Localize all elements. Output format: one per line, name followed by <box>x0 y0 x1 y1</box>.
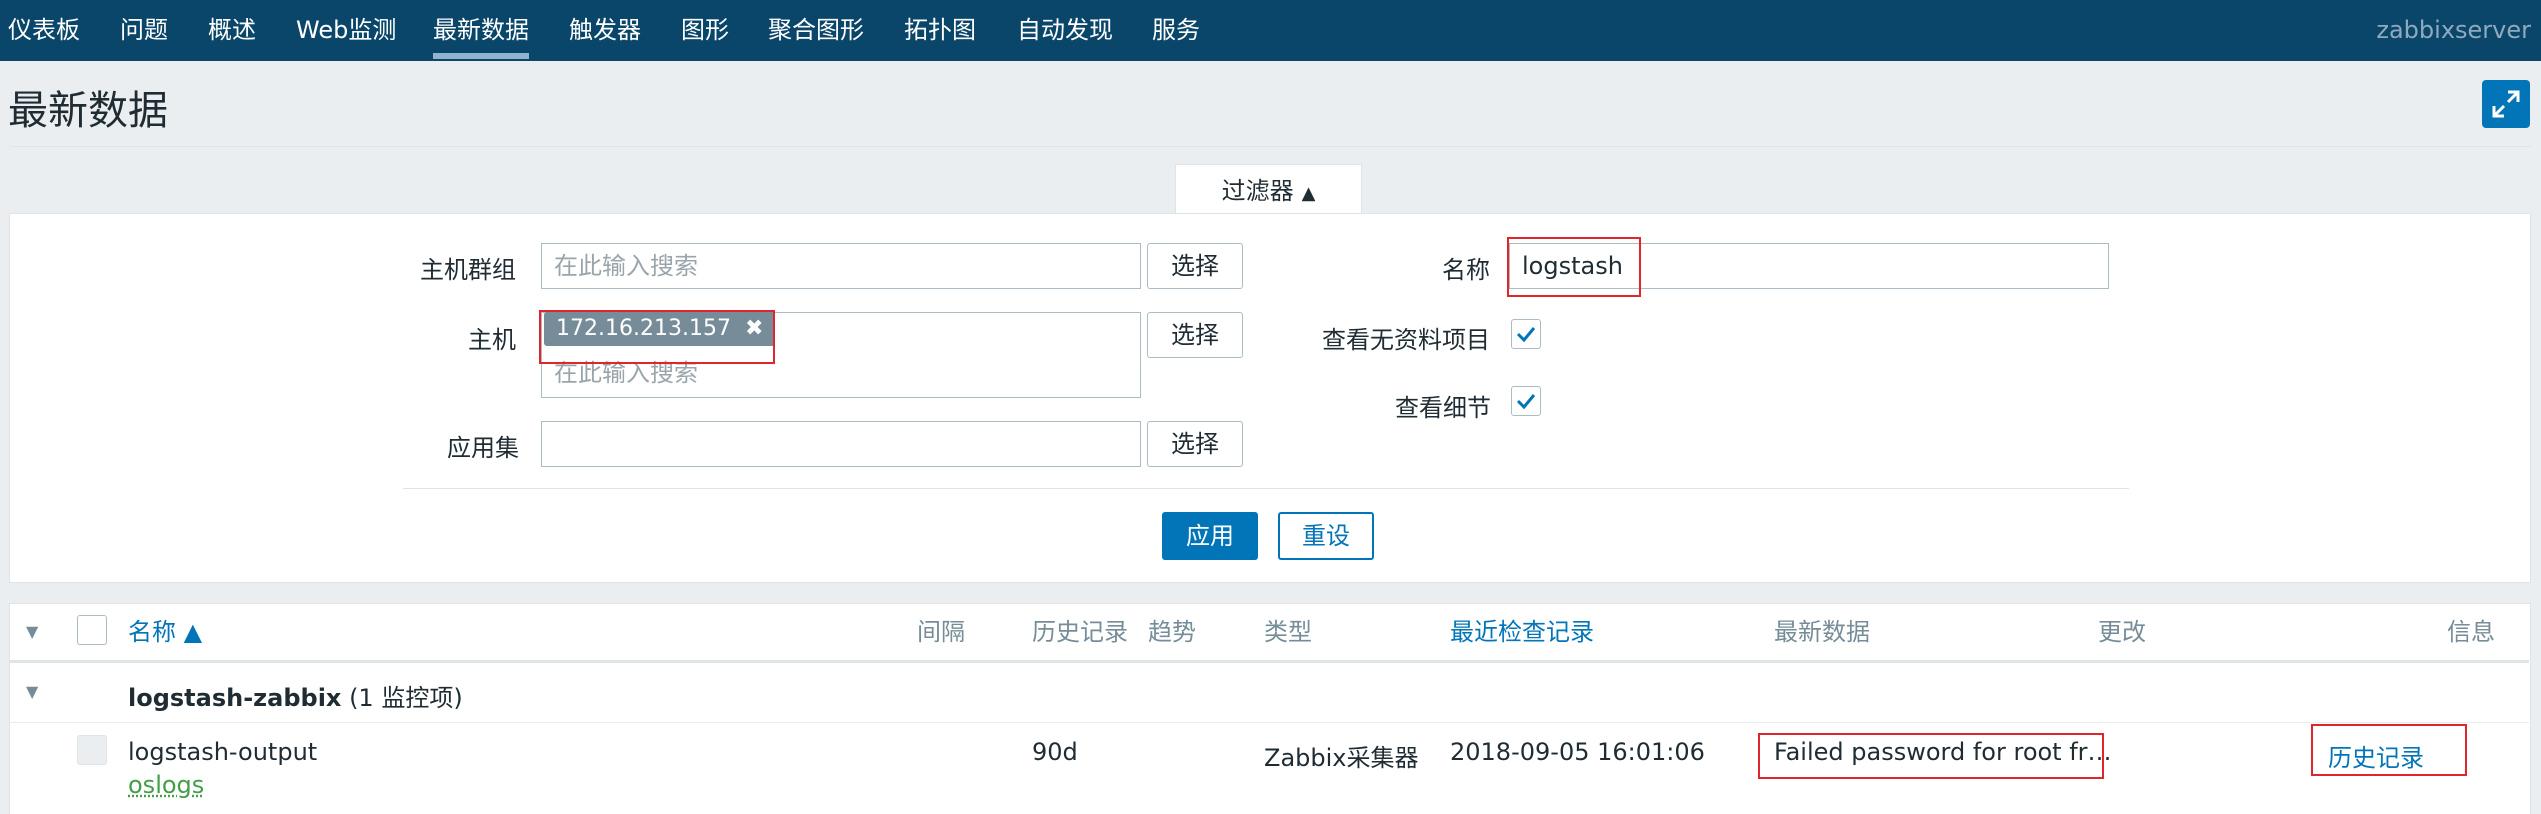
col-interval-header: 间隔 <box>917 618 965 646</box>
show-details-label: 查看细节 <box>1395 394 1491 422</box>
filter-separator <box>403 488 2129 489</box>
nav-dashboard[interactable]: 仪表板 <box>8 0 80 61</box>
nav-active-indicator <box>433 53 529 59</box>
page-title: 最新数据 <box>8 88 168 134</box>
row-divider <box>10 722 2529 723</box>
host-select-button[interactable]: 选择 <box>1147 312 1243 358</box>
host-label: 主机 <box>468 326 516 354</box>
nav-problems[interactable]: 问题 <box>120 0 168 61</box>
item-history: 90d <box>1032 738 1078 766</box>
nav-discovery[interactable]: 自动发现 <box>1017 0 1113 61</box>
name-label: 名称 <box>1442 256 1490 284</box>
server-name: zabbixserver <box>2376 16 2531 44</box>
show-no-data-checkbox[interactable] <box>1511 319 1541 349</box>
apply-button[interactable]: 应用 <box>1162 512 1258 560</box>
item-type: Zabbix采集器 <box>1264 744 1419 772</box>
col-trends-header: 趋势 <box>1148 618 1196 646</box>
history-link-highlight <box>2311 724 2467 776</box>
checkmark-icon <box>1516 394 1536 410</box>
hostgroup-select-button[interactable]: 选择 <box>1147 243 1243 289</box>
hostgroup-input[interactable]: 在此输入搜索 <box>541 243 1141 289</box>
group-name: logstash-zabbix <box>128 684 342 712</box>
nav-web[interactable]: Web监测 <box>296 0 396 61</box>
collapse-up-icon: ▲ <box>1301 183 1316 204</box>
header-divider-line <box>10 660 2529 663</box>
last-value-highlight <box>1758 733 2104 779</box>
top-navigation: 仪表板 问题 概述 Web监测 最新数据 触发器 图形 聚合图形 拓扑图 自动发… <box>0 0 2541 61</box>
filter-panel <box>9 213 2531 583</box>
item-application[interactable]: oslogs <box>128 771 204 799</box>
col-type-header: 类型 <box>1264 618 1312 646</box>
host-chip-highlight <box>539 310 775 364</box>
application-label: 应用集 <box>447 434 519 462</box>
item-name: logstash-output <box>128 738 318 766</box>
nav-latest-data[interactable]: 最新数据 <box>433 0 529 61</box>
nav-graphs[interactable]: 图形 <box>681 0 729 61</box>
show-no-data-label: 查看无资料项目 <box>1322 326 1490 354</box>
fullscreen-icon <box>2492 90 2520 118</box>
application-select-button[interactable]: 选择 <box>1147 421 1243 467</box>
group-collapse-icon[interactable]: ▼ <box>26 682 38 701</box>
group-row: logstash-zabbix (1 监控项) <box>128 678 463 713</box>
filter-tab[interactable]: 过滤器 ▲ <box>1175 164 1362 215</box>
nav-triggers[interactable]: 触发器 <box>569 0 641 61</box>
col-name-header[interactable]: 名称 ▲ <box>128 614 202 650</box>
fullscreen-button[interactable] <box>2482 80 2530 128</box>
collapse-all-icon[interactable]: ▼ <box>26 622 38 641</box>
reset-button[interactable]: 重设 <box>1278 512 1374 560</box>
nav-maps[interactable]: 拓扑图 <box>904 0 976 61</box>
col-history-header: 历史记录 <box>1032 618 1128 646</box>
application-input[interactable] <box>541 421 1141 467</box>
header-divider <box>10 146 2531 147</box>
nav-overview[interactable]: 概述 <box>208 0 256 61</box>
item-checkbox[interactable] <box>77 735 107 765</box>
col-change-header: 更改 <box>2098 618 2146 646</box>
col-last-value-header: 最新数据 <box>1774 618 1870 646</box>
item-last-check: 2018-09-05 16:01:06 <box>1450 738 1705 766</box>
group-count: (1 监控项) <box>349 684 463 712</box>
select-all-checkbox[interactable] <box>77 615 107 645</box>
hostgroup-label: 主机群组 <box>420 256 516 284</box>
checkmark-icon <box>1516 327 1536 343</box>
nav-services[interactable]: 服务 <box>1152 0 1200 61</box>
filter-tab-label: 过滤器 <box>1221 177 1294 205</box>
col-info-header: 信息 <box>2447 618 2495 646</box>
col-last-check-header[interactable]: 最近检查记录 <box>1450 614 1594 650</box>
show-details-checkbox[interactable] <box>1511 386 1541 416</box>
nav-screens[interactable]: 聚合图形 <box>768 0 864 61</box>
name-highlight <box>1507 237 1641 297</box>
